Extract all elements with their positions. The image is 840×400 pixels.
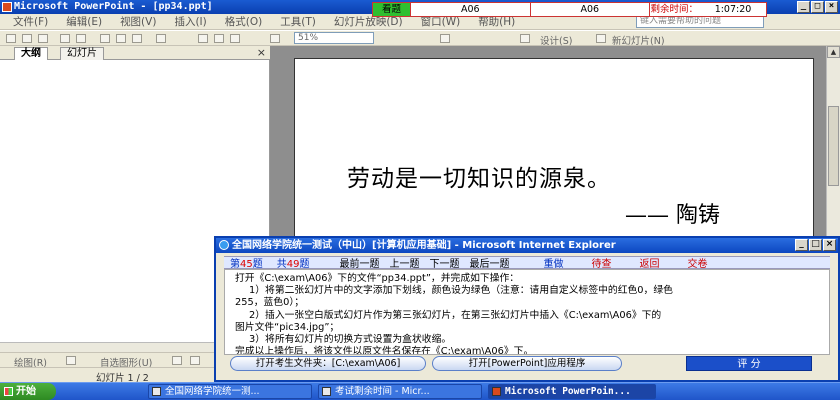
start-label: 开始 bbox=[16, 386, 36, 397]
close-button[interactable]: × bbox=[825, 1, 838, 13]
menu-tools[interactable]: 工具(T) bbox=[271, 14, 325, 29]
open-exam-folder-button[interactable]: 打开考生文件夹：[C:\exam\A06] bbox=[230, 356, 426, 371]
grayscale-icon[interactable] bbox=[270, 34, 280, 43]
view-question-button[interactable]: 看题 bbox=[373, 3, 411, 16]
exam-window: 全国网络学院统一测试（中山）[计算机应用基础] - Microsoft Inte… bbox=[214, 236, 840, 382]
outline-pane-tabs: 大纲 幻灯片 × bbox=[0, 46, 270, 60]
font-icon[interactable] bbox=[440, 34, 450, 43]
paste-icon[interactable] bbox=[132, 34, 142, 43]
question-content: 打开《C:\exam\A06》下的文件“pp34.ppt”，并完成如下操作： 1… bbox=[224, 269, 830, 355]
save-icon[interactable] bbox=[38, 34, 48, 43]
question-line: 完成以上操作后，将该文件以原文件名保存在《C:\exam\A06》下。 bbox=[235, 346, 534, 355]
windows-logo-icon bbox=[4, 387, 13, 396]
select-arrow-icon[interactable] bbox=[66, 356, 76, 365]
remaining-time-value: 1:07:20 bbox=[714, 4, 752, 15]
remaining-time-label: 剩余时间： bbox=[650, 4, 698, 15]
exam-window-title: 全国网络学院统一测试（中山）[计算机应用基础] - Microsoft Inte… bbox=[232, 240, 616, 251]
taskbar: 开始 全国网络学院统一测... 考试剩余时间 - Micr... Microso… bbox=[0, 382, 840, 400]
scroll-thumb[interactable] bbox=[828, 106, 839, 186]
maximize-button[interactable]: □ bbox=[811, 1, 824, 13]
zoom-select[interactable]: 51% bbox=[294, 32, 374, 44]
next-question-link[interactable]: 下一题 bbox=[429, 255, 459, 270]
window-controls: _ □ × bbox=[797, 1, 838, 13]
redo-link[interactable]: 重做 bbox=[543, 255, 563, 270]
design-icon[interactable] bbox=[520, 34, 530, 43]
minimize-button[interactable]: _ bbox=[797, 1, 810, 13]
cut-icon[interactable] bbox=[100, 34, 110, 43]
menu-file[interactable]: 文件(F) bbox=[4, 14, 57, 29]
question-line: 1）将第二张幻灯片中的文字添加下划线，颜色设为绿色（注意：请用自定义标签中的红色… bbox=[249, 285, 673, 297]
menu-insert[interactable]: 插入(I) bbox=[165, 14, 215, 29]
taskbar-item-timer[interactable]: 考试剩余时间 - Micr... bbox=[318, 384, 482, 399]
question-line: 2）插入一张空白版式幻灯片作为第三张幻灯片，在第三张幻灯片中插入《C:\exam… bbox=[249, 309, 662, 321]
menu-edit[interactable]: 编辑(E) bbox=[57, 14, 111, 29]
undo-icon[interactable] bbox=[156, 34, 166, 43]
table-icon[interactable] bbox=[214, 34, 224, 43]
question-line: 打开《C:\exam\A06》下的文件“pp34.ppt”，并完成如下操作： bbox=[235, 273, 520, 284]
prev-question-link[interactable]: 上一题 bbox=[389, 255, 419, 270]
taskbar-item-label: Microsoft PowerPoin... bbox=[505, 386, 631, 397]
status-bar: 幻灯片 1 / 2 bbox=[0, 367, 215, 384]
menu-format[interactable]: 格式(O) bbox=[216, 14, 271, 29]
exam-timer-bar: 看题 A06 A06 剩余时间： 1:07:20 bbox=[372, 2, 767, 17]
current-question: 第45题 bbox=[230, 259, 263, 270]
open-icon[interactable] bbox=[22, 34, 32, 43]
question-line: 图片文件“pic34.jpg”； bbox=[235, 321, 340, 333]
chart-icon[interactable] bbox=[198, 34, 208, 43]
print-icon[interactable] bbox=[60, 34, 70, 43]
exam-id-cell: A06 bbox=[411, 3, 531, 16]
ie-icon bbox=[219, 240, 229, 250]
preview-icon[interactable] bbox=[76, 34, 86, 43]
exam-window-controls: _ □ × bbox=[795, 239, 836, 251]
drawing-toolbar: 绘图(R) 自选图形(U) bbox=[0, 352, 215, 369]
exam-window-title-bar[interactable]: 全国网络学院统一测试（中山）[计算机应用基础] - Microsoft Inte… bbox=[216, 238, 838, 253]
taskbar-item-powerpoint[interactable]: Microsoft PowerPoin... bbox=[488, 384, 656, 399]
score-button[interactable]: 评 分 bbox=[686, 356, 812, 371]
line-icon[interactable] bbox=[172, 356, 182, 365]
exam-minimize-button[interactable]: _ bbox=[795, 239, 808, 251]
powerpoint-task-icon bbox=[492, 387, 501, 396]
new-slide-button-label[interactable]: 新幻灯片(N) bbox=[612, 33, 665, 47]
copy-icon[interactable] bbox=[116, 34, 126, 43]
design-button-label[interactable]: 设计(S) bbox=[540, 33, 572, 47]
back-link[interactable]: 返回 bbox=[639, 255, 659, 270]
question-line: 255，蓝色0）； bbox=[235, 297, 305, 309]
open-powerpoint-button[interactable]: 打开[PowerPoint]应用程序 bbox=[432, 356, 622, 371]
question-navigation: 第45题 共49题 最前一题 上一题 下一题 最后一题 重做 待查 返回 交卷 bbox=[224, 255, 830, 270]
last-question-link[interactable]: 最后一题 bbox=[469, 255, 509, 270]
arrow-icon[interactable] bbox=[190, 356, 200, 365]
ie-task-icon bbox=[152, 387, 161, 396]
grid-icon[interactable] bbox=[230, 34, 240, 43]
slide-quote-text[interactable]: 劳动是一切知识的源泉。 bbox=[347, 159, 611, 193]
taskbar-item-label: 考试剩余时间 - Micr... bbox=[335, 386, 430, 397]
pane-close-icon[interactable]: × bbox=[257, 46, 266, 59]
student-id-cell: A06 bbox=[531, 3, 650, 16]
powerpoint-app-icon[interactable] bbox=[2, 2, 12, 12]
tab-outline[interactable]: 大纲 bbox=[14, 47, 48, 60]
standard-toolbar: 51% 设计(S) 新幻灯片(N) bbox=[0, 31, 840, 47]
scroll-up-icon[interactable]: ▲ bbox=[827, 46, 840, 58]
exam-action-buttons: 打开考生文件夹：[C:\exam\A06] 打开[PowerPoint]应用程序… bbox=[216, 356, 838, 380]
horizontal-scrollbar[interactable] bbox=[0, 342, 215, 352]
tab-slides[interactable]: 幻灯片 bbox=[60, 47, 104, 60]
start-button[interactable]: 开始 bbox=[0, 383, 56, 400]
slide-author-text[interactable]: —— 陶铸 bbox=[625, 197, 720, 229]
exam-maximize-button[interactable]: □ bbox=[809, 239, 822, 251]
new-slide-icon[interactable] bbox=[596, 34, 606, 43]
total-questions: 共49题 bbox=[276, 259, 310, 270]
taskbar-item-label: 全国网络学院统一测... bbox=[165, 386, 260, 397]
taskbar-item-exam[interactable]: 全国网络学院统一测... bbox=[148, 384, 312, 399]
first-question-link[interactable]: 最前一题 bbox=[339, 255, 379, 270]
new-icon[interactable] bbox=[6, 34, 16, 43]
ie-task-icon bbox=[322, 387, 331, 396]
review-link[interactable]: 待查 bbox=[591, 255, 611, 270]
submit-link[interactable]: 交卷 bbox=[687, 255, 707, 270]
exam-close-button[interactable]: × bbox=[823, 239, 836, 251]
question-line: 3）将所有幻灯片的切换方式设置为盒状收缩。 bbox=[249, 334, 452, 346]
window-title: Microsoft PowerPoint - [pp34.ppt] bbox=[14, 1, 213, 12]
menu-view[interactable]: 视图(V) bbox=[111, 14, 165, 29]
